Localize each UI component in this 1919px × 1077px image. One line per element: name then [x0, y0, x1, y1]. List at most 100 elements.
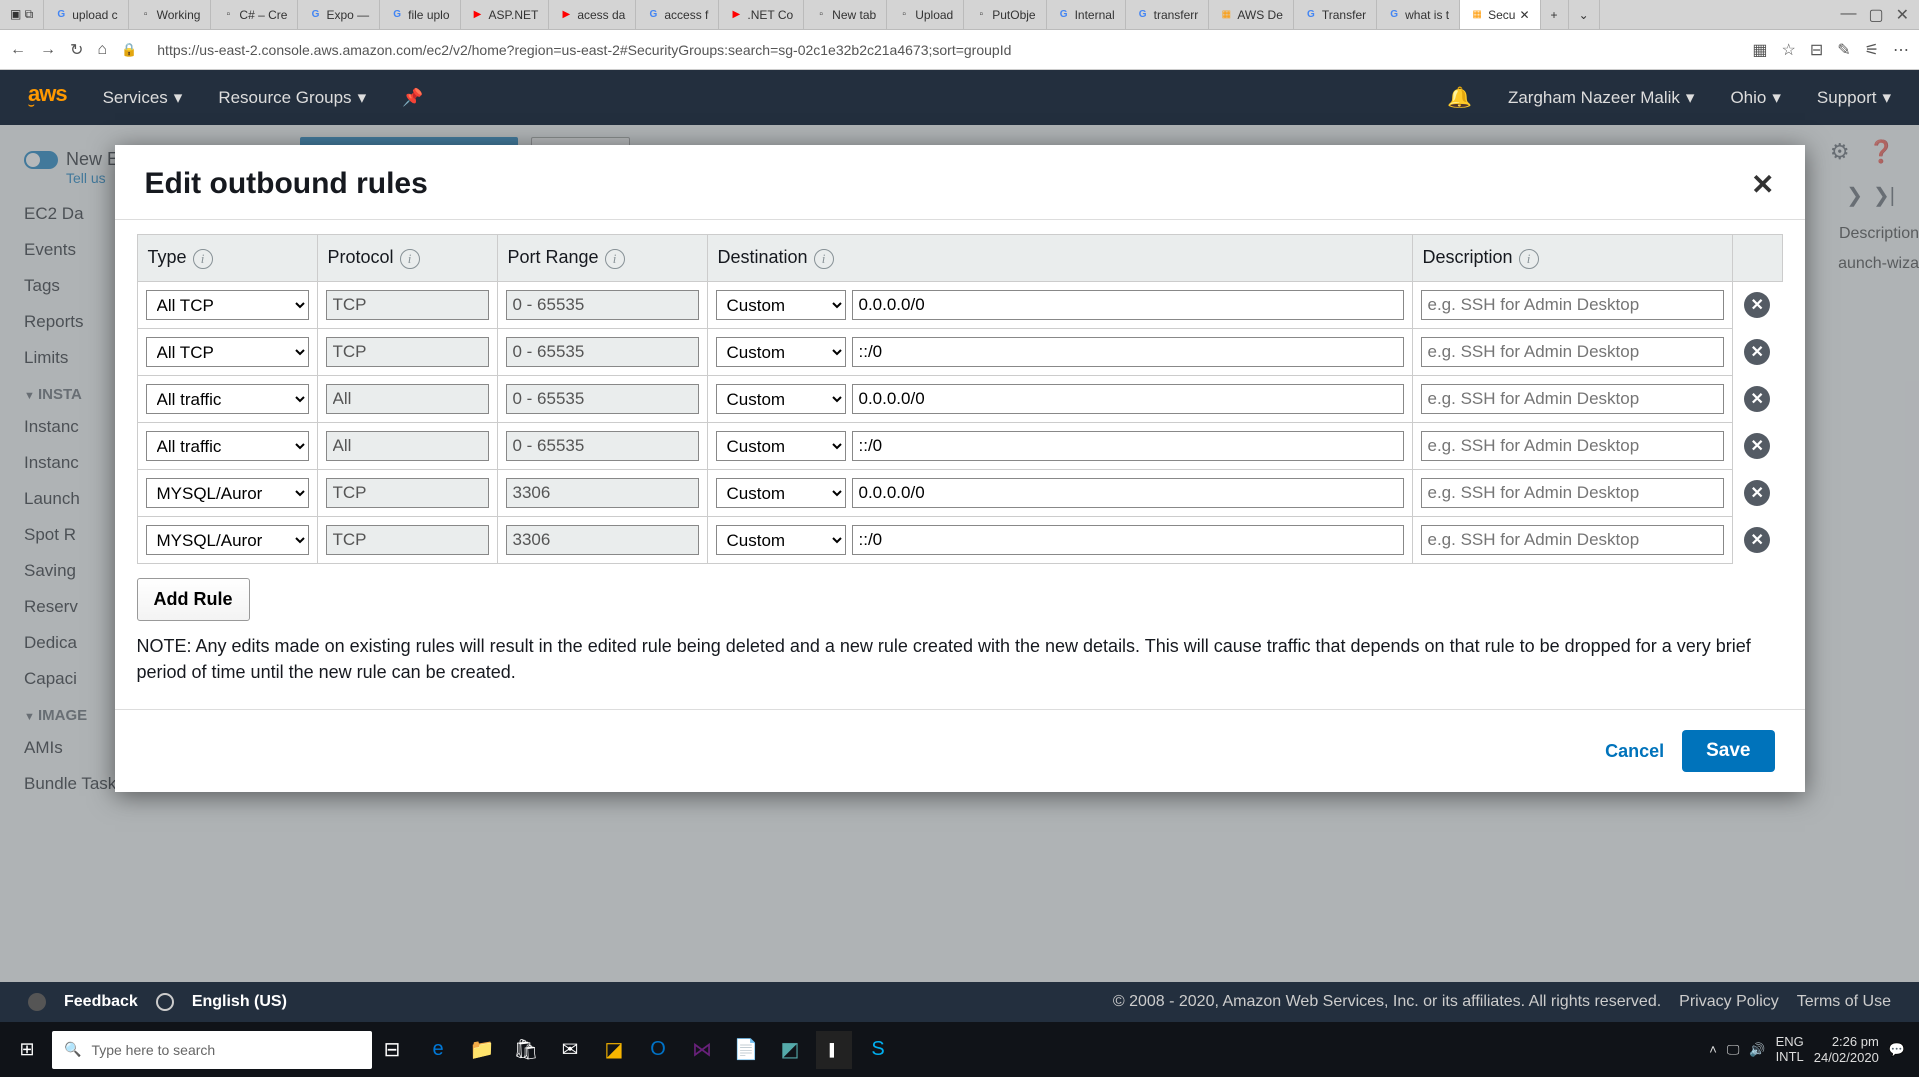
aws-logo[interactable]: aws⌣: [28, 86, 67, 108]
rule-destination-field[interactable]: [852, 525, 1404, 555]
rule-destination-type-select[interactable]: Custom: [716, 478, 846, 508]
tray-chevron-icon[interactable]: ˄: [1709, 1042, 1717, 1057]
remove-rule-icon[interactable]: ✕: [1744, 527, 1770, 553]
browser-tab[interactable]: Gfile uplo: [380, 0, 460, 29]
explorer-icon[interactable]: 📁: [464, 1031, 500, 1069]
rule-type-select[interactable]: MYSQL/Auror: [146, 478, 309, 508]
rule-description-field[interactable]: [1421, 290, 1724, 320]
favorite-icon[interactable]: ☆: [1782, 40, 1796, 60]
store-icon[interactable]: 🛍: [508, 1031, 544, 1069]
rule-destination-field[interactable]: [852, 431, 1404, 461]
browser-tab[interactable]: ▶ASP.NET: [461, 0, 550, 29]
cancel-button[interactable]: Cancel: [1605, 741, 1664, 762]
tab-overflow-icon[interactable]: ⌄: [1569, 0, 1600, 29]
globe-icon[interactable]: [156, 993, 174, 1011]
app2-icon[interactable]: ◩: [772, 1031, 808, 1069]
remove-rule-icon[interactable]: ✕: [1744, 292, 1770, 318]
rule-destination-type-select[interactable]: Custom: [716, 384, 846, 414]
info-icon[interactable]: i: [400, 249, 420, 269]
rule-description-field[interactable]: [1421, 431, 1724, 461]
tray-display-icon[interactable]: 🖵: [1727, 1042, 1740, 1058]
terminal-icon[interactable]: ▌: [816, 1031, 852, 1069]
rule-description-field[interactable]: [1421, 478, 1724, 508]
rule-type-select[interactable]: All traffic: [146, 431, 309, 461]
tray-lang[interactable]: ENGINTL: [1776, 1035, 1804, 1064]
start-button[interactable]: ⊞: [4, 1022, 50, 1077]
app-icon[interactable]: ◪: [596, 1031, 632, 1069]
feedback-link[interactable]: Feedback: [64, 993, 138, 1011]
remove-rule-icon[interactable]: ✕: [1744, 339, 1770, 365]
skype-icon[interactable]: S: [860, 1031, 896, 1069]
notepad-icon[interactable]: 📄: [728, 1031, 764, 1069]
taskbar-search[interactable]: 🔍 Type here to search: [52, 1031, 372, 1069]
nav-resource-groups[interactable]: Resource Groups ▾: [218, 88, 366, 108]
save-button[interactable]: Save: [1682, 730, 1774, 772]
maximize-icon[interactable]: ▢: [1868, 5, 1883, 25]
notifications-icon[interactable]: 🔔: [1447, 85, 1472, 110]
mail-icon[interactable]: ✉: [552, 1031, 588, 1069]
rule-destination-type-select[interactable]: Custom: [716, 290, 846, 320]
url-text[interactable]: https://us-east-2.console.aws.amazon.com…: [151, 42, 1738, 58]
vs-icon[interactable]: ⋈: [684, 1031, 720, 1069]
nav-services[interactable]: Services ▾: [103, 88, 183, 108]
rule-type-select[interactable]: MYSQL/Auror: [146, 525, 309, 555]
browser-tab[interactable]: GInternal: [1047, 0, 1126, 29]
nav-support[interactable]: Support ▾: [1817, 88, 1891, 108]
settings-icon-1[interactable]: ⊟: [1810, 40, 1823, 60]
browser-tab[interactable]: ▦Secu ✕: [1460, 0, 1540, 29]
remove-rule-icon[interactable]: ✕: [1744, 433, 1770, 459]
rule-type-select[interactable]: All TCP: [146, 290, 309, 320]
tab-close-icon[interactable]: ✕: [1519, 8, 1529, 22]
task-view-icon[interactable]: ⊟: [374, 1031, 410, 1069]
browser-tab[interactable]: ▶.NET Co: [719, 0, 804, 29]
new-tab-button[interactable]: +: [1541, 0, 1569, 29]
browser-tab[interactable]: Gupload c: [44, 0, 128, 29]
privacy-link[interactable]: Privacy Policy: [1679, 993, 1779, 1011]
browser-tab[interactable]: ▫Upload: [887, 0, 964, 29]
nav-region[interactable]: Ohio ▾: [1730, 88, 1780, 108]
rule-destination-field[interactable]: [852, 384, 1404, 414]
rule-destination-field[interactable]: [852, 290, 1404, 320]
info-icon[interactable]: i: [814, 249, 834, 269]
browser-tab[interactable]: Gwhat is t: [1377, 0, 1460, 29]
rule-destination-type-select[interactable]: Custom: [716, 525, 846, 555]
nav-pin-icon[interactable]: 📌: [402, 88, 423, 108]
home-icon[interactable]: ⌂: [97, 41, 107, 59]
notes-icon[interactable]: ✎: [1837, 40, 1850, 60]
rule-description-field[interactable]: [1421, 525, 1724, 555]
browser-tab[interactable]: Gaccess f: [636, 0, 719, 29]
browser-tab[interactable]: GTransfer: [1294, 0, 1377, 29]
back-icon[interactable]: ←: [10, 41, 26, 59]
outlook-icon[interactable]: O: [640, 1031, 676, 1069]
tray-notifications-icon[interactable]: 💬: [1889, 1042, 1905, 1058]
browser-tab[interactable]: ▫C# – Cre: [211, 0, 298, 29]
browser-tab[interactable]: ▶acess da: [549, 0, 636, 29]
rule-destination-type-select[interactable]: Custom: [716, 337, 846, 367]
minimize-icon[interactable]: —: [1840, 5, 1856, 25]
browser-tab[interactable]: GExpo —: [298, 0, 380, 29]
feedback-icon[interactable]: [28, 993, 46, 1011]
close-icon[interactable]: ✕: [1751, 168, 1774, 201]
browser-tab[interactable]: ▫PutObje: [964, 0, 1046, 29]
rule-description-field[interactable]: [1421, 384, 1724, 414]
rule-destination-field[interactable]: [852, 478, 1404, 508]
refresh-icon[interactable]: ↻: [70, 40, 83, 60]
close-window-icon[interactable]: ✕: [1896, 5, 1909, 25]
terms-link[interactable]: Terms of Use: [1797, 993, 1891, 1011]
share-icon[interactable]: ⚟: [1865, 40, 1879, 60]
remove-rule-icon[interactable]: ✕: [1744, 480, 1770, 506]
tray-volume-icon[interactable]: 🔊: [1749, 1042, 1765, 1058]
info-icon[interactable]: i: [605, 249, 625, 269]
rule-destination-type-select[interactable]: Custom: [716, 431, 846, 461]
nav-user[interactable]: Zargham Nazeer Malik ▾: [1508, 88, 1695, 108]
rule-type-select[interactable]: All traffic: [146, 384, 309, 414]
rule-type-select[interactable]: All TCP: [146, 337, 309, 367]
tray-clock[interactable]: 2:26 pm24/02/2020: [1814, 1034, 1879, 1065]
browser-tab[interactable]: ▫New tab: [804, 0, 887, 29]
more-icon[interactable]: ⋯: [1893, 40, 1909, 60]
info-icon[interactable]: i: [193, 249, 213, 269]
reading-view-icon[interactable]: ▦: [1752, 40, 1767, 60]
remove-rule-icon[interactable]: ✕: [1744, 386, 1770, 412]
rule-description-field[interactable]: [1421, 337, 1724, 367]
browser-tab[interactable]: ▫Working: [129, 0, 212, 29]
